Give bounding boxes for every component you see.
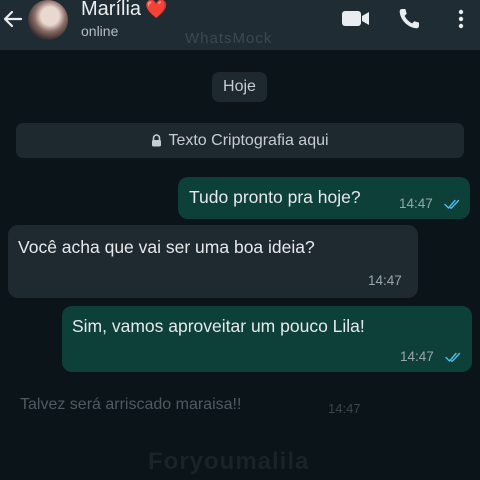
contact-name-text: Marília — [81, 0, 142, 20]
voice-call-icon[interactable] — [397, 7, 421, 31]
read-ticks-icon — [444, 199, 460, 209]
message-bubble-outgoing[interactable]: Tudo pronto pra hoje? 14:47 — [178, 177, 470, 219]
contact-name[interactable]: Marília ❤️ — [81, 0, 167, 21]
encryption-notice[interactable]: Texto Criptografia aqui — [16, 123, 464, 158]
lock-icon — [152, 134, 162, 147]
message-bubble-outgoing[interactable]: Sim, vamos aproveitar um pouco Lila! 14:… — [62, 306, 472, 372]
contact-status: online — [81, 23, 119, 39]
avatar[interactable] — [28, 0, 68, 40]
bottom-watermark: Foryoumalila — [148, 448, 310, 475]
back-arrow-icon[interactable] — [2, 6, 24, 32]
message-bubble-incoming[interactable]: Você acha que vai ser uma boa ideia? 14:… — [8, 225, 418, 298]
faded-message-text: Talvez será arriscado maraisa!! — [20, 396, 242, 413]
chat-header: Marília ❤️ online WhatsMock — [0, 0, 480, 50]
message-text: Sim, vamos aproveitar um pouco Lila! — [72, 316, 365, 336]
message-time: 14:47 — [399, 196, 433, 211]
encryption-notice-text: Texto Criptografia aqui — [168, 131, 329, 149]
message-time: 14:47 — [400, 349, 434, 364]
message-time: 14:47 — [368, 273, 402, 288]
app-watermark: WhatsMock — [185, 30, 273, 47]
heart-emoji-icon: ❤️ — [145, 0, 168, 19]
faded-message-time: 14:47 — [328, 401, 361, 416]
date-separator: Hoje — [212, 72, 267, 102]
date-label: Hoje — [223, 78, 256, 95]
more-options-icon[interactable] — [454, 9, 468, 31]
message-text: Você acha que vai ser uma boa ideia? — [18, 237, 315, 257]
video-call-icon[interactable] — [341, 8, 371, 30]
read-ticks-icon — [445, 352, 461, 362]
message-text: Tudo pronto pra hoje? — [189, 187, 361, 207]
